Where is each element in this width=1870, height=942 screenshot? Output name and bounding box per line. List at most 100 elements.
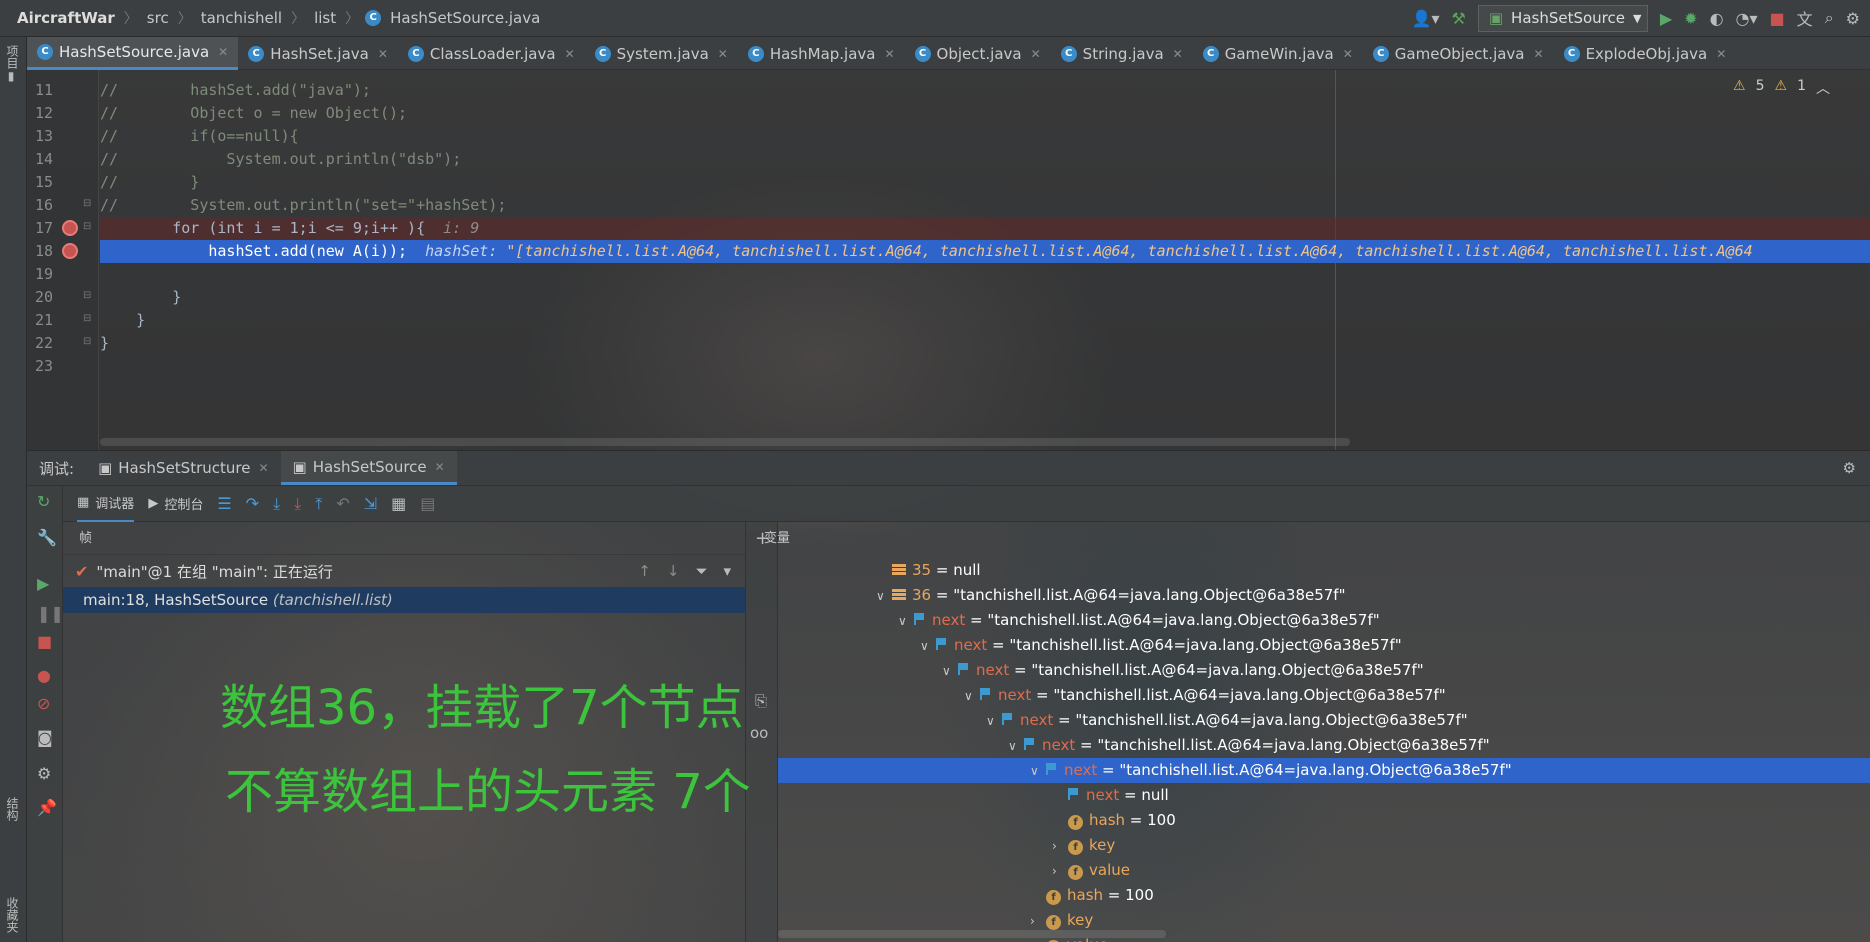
chevron-right-icon[interactable]: › (1052, 859, 1066, 884)
stack-frame-item[interactable]: main:18, HashSetSource (tanchishell.list… (63, 587, 745, 613)
close-icon[interactable]: ✕ (565, 47, 575, 61)
fold-icon[interactable]: ⊟ (83, 313, 91, 324)
arrow-down-icon[interactable]: ↓ (667, 562, 680, 580)
variable-row[interactable]: ∨ 36 = "tanchishell.list.A@64=java.lang.O… (778, 583, 1870, 608)
coverage-icon[interactable]: ◐ (1710, 9, 1724, 28)
close-icon[interactable]: ✕ (1343, 47, 1353, 61)
tab-console[interactable]: ▶ 控制台 (148, 494, 203, 513)
tab-system[interactable]: C System.java ✕ (585, 37, 738, 70)
stop-icon[interactable]: ■ (1770, 9, 1785, 28)
variable-row[interactable]: next = null (778, 783, 1870, 808)
variable-row[interactable]: ∨ next = "tanchishell.list.A@64=java.lang… (778, 683, 1870, 708)
fold-icon[interactable]: ⊟ (83, 198, 91, 209)
menu-icon[interactable]: ☰ (217, 494, 231, 513)
close-icon[interactable]: ✕ (258, 461, 268, 475)
drop-frame-icon[interactable]: ↶ (336, 494, 349, 513)
wrench-icon[interactable]: 🔧 (37, 528, 57, 547)
breadcrumb-package[interactable]: tanchishell (198, 9, 285, 27)
close-icon[interactable]: ✕ (884, 47, 894, 61)
close-icon[interactable]: ✕ (1031, 47, 1041, 61)
variable-row[interactable]: ∨ next = "tanchishell.list.A@64=java.lang… (778, 758, 1870, 783)
editor-gutter[interactable]: 11 12 13 14 15 16 ⊟ 17 ⊟ 18 19 20 ⊟ 21 ⊟ 22 ⊟ 23 (27, 70, 99, 450)
tab-classloader[interactable]: C ClassLoader.java ✕ (398, 37, 585, 70)
chevron-right-icon[interactable]: › (1052, 834, 1066, 859)
variable-row[interactable]: ›fvalue (778, 858, 1870, 883)
chevron-down-icon[interactable]: ∨ (964, 684, 978, 709)
tab-hashset[interactable]: C HashSet.java ✕ (238, 37, 398, 70)
fold-icon[interactable]: ⊟ (83, 336, 91, 347)
translate-icon[interactable]: 文 (1797, 6, 1813, 30)
fold-icon[interactable]: ⊟ (83, 221, 91, 232)
stop-icon[interactable]: ■ (37, 632, 52, 651)
code-line[interactable]: // hashSet.add("java"); (100, 79, 1870, 102)
variable-row[interactable]: ∨ next = "tanchishell.list.A@64=java.lang… (778, 608, 1870, 633)
chevron-down-icon[interactable]: ∨ (986, 709, 1000, 734)
close-icon[interactable]: ✕ (218, 45, 228, 59)
chevron-down-icon[interactable]: ∨ (898, 609, 912, 634)
rerun-icon[interactable]: ↻ (37, 492, 50, 511)
step-over-icon[interactable]: ↷ (246, 494, 259, 513)
variables-horizontal-scrollbar[interactable] (778, 930, 1166, 938)
variable-row[interactable]: ∨ next = "tanchishell.list.A@64=java.lang… (778, 708, 1870, 733)
breadcrumb-src[interactable]: src (144, 9, 172, 27)
breadcrumb-list[interactable]: list (311, 9, 339, 27)
tab-gameobject[interactable]: C GameObject.java ✕ (1363, 37, 1554, 70)
tab-object[interactable]: C Object.java ✕ (905, 37, 1051, 70)
breadcrumb-file[interactable]: HashSetSource.java (387, 9, 543, 27)
pause-icon[interactable]: ❚❚ (37, 604, 64, 623)
favorites-tool-button[interactable]: 收藏夹 (4, 897, 21, 933)
variable-row[interactable]: f hash = 100 (778, 808, 1870, 833)
evaluate-icon[interactable]: ▦ (391, 494, 406, 513)
debug-icon[interactable]: ✹ (1684, 9, 1697, 28)
tab-explodeobj[interactable]: C ExplodeObj.java ✕ (1554, 37, 1737, 70)
resume-icon[interactable]: ▶ (37, 574, 49, 593)
breadcrumb-project[interactable]: AircraftWar (14, 9, 118, 27)
structure-tool-button[interactable]: 结构 (4, 797, 21, 821)
filter-icon[interactable]: ⏷ (695, 562, 707, 580)
chevron-down-icon[interactable]: ∨ (942, 659, 956, 684)
code-line[interactable]: for (int i = 1;i <= 9;i++ ){ i: 9 (100, 217, 1870, 240)
close-icon[interactable]: ✕ (1173, 47, 1183, 61)
code-line[interactable]: } (100, 309, 1870, 332)
code-line[interactable]: // Object o = new Object(); (100, 102, 1870, 125)
trace-icon[interactable]: ▤ (420, 494, 435, 513)
settings-icon[interactable]: ⚙ (37, 764, 51, 783)
chevron-down-icon[interactable]: ▾ (723, 562, 731, 580)
close-icon[interactable]: ✕ (1534, 47, 1544, 61)
user-icon[interactable]: 👤▾ (1412, 9, 1440, 28)
code-line[interactable]: // System.out.println("set="+hashSet); (100, 194, 1870, 217)
tab-hashsetsource[interactable]: C HashSetSource.java ✕ (27, 37, 239, 70)
search-icon[interactable]: ⌕ (1825, 8, 1834, 28)
view-breakpoints-icon[interactable]: ● (37, 666, 51, 685)
project-tool-button[interactable]: 项目 (4, 45, 21, 69)
chevron-down-icon[interactable]: ∨ (1030, 759, 1044, 784)
code-line[interactable]: } (100, 286, 1870, 309)
breakpoint-icon[interactable] (62, 220, 78, 236)
debug-tab-hashsetsource[interactable]: ▣ HashSetSource ✕ (280, 451, 457, 485)
code-line[interactable]: // System.out.println("dsb"); (100, 148, 1870, 171)
tab-hashmap[interactable]: C HashMap.java ✕ (738, 37, 905, 70)
variable-row[interactable]: ∨ next = "tanchishell.list.A@64=java.lang… (778, 733, 1870, 758)
code-line[interactable]: // } (100, 171, 1870, 194)
build-hammer-icon[interactable]: ⚒ (1452, 9, 1466, 28)
close-icon[interactable]: ✕ (1716, 47, 1726, 61)
chevron-down-icon[interactable]: ∨ (1008, 734, 1022, 759)
editor-horizontal-scrollbar[interactable] (100, 438, 1350, 446)
variable-row[interactable]: ∨ next = "tanchishell.list.A@64=java.lang… (778, 633, 1870, 658)
breakpoint-icon[interactable] (62, 243, 78, 259)
camera-icon[interactable]: ◙ (37, 728, 53, 747)
gear-icon[interactable]: ⚙ (1843, 451, 1870, 485)
pin-icon[interactable]: 📌 (37, 798, 57, 817)
close-icon[interactable]: ✕ (378, 47, 388, 61)
step-out-icon[interactable]: ⤒ (315, 494, 322, 514)
thread-selector[interactable]: ✔ "main"@1 在组 "main": 正在运行 ↑ ↓ ⏷ ▾ (63, 555, 745, 587)
code-editor[interactable]: 11 12 13 14 15 16 ⊟ 17 ⊟ 18 19 20 ⊟ 21 ⊟ 22 ⊟ 23 ⚠ 5 ⚠ 1 ︿ … (27, 70, 1870, 450)
variable-row[interactable]: ∨ next = "tanchishell.list.A@64=java.lang… (778, 658, 1870, 683)
chevron-down-icon[interactable]: ∨ (876, 584, 890, 609)
code-line[interactable]: hashSet.add(new A(i)); hashSet: "[tanchi… (100, 240, 1870, 263)
tab-debugger[interactable]: ▦ 调试器 (77, 486, 135, 522)
code-line[interactable] (100, 263, 1870, 286)
tab-string[interactable]: C String.java ✕ (1051, 37, 1193, 70)
debug-tab-hashsetstructure[interactable]: ▣ HashSetStructure ✕ (86, 451, 280, 485)
settings-icon[interactable]: ⚙ (1846, 9, 1860, 28)
